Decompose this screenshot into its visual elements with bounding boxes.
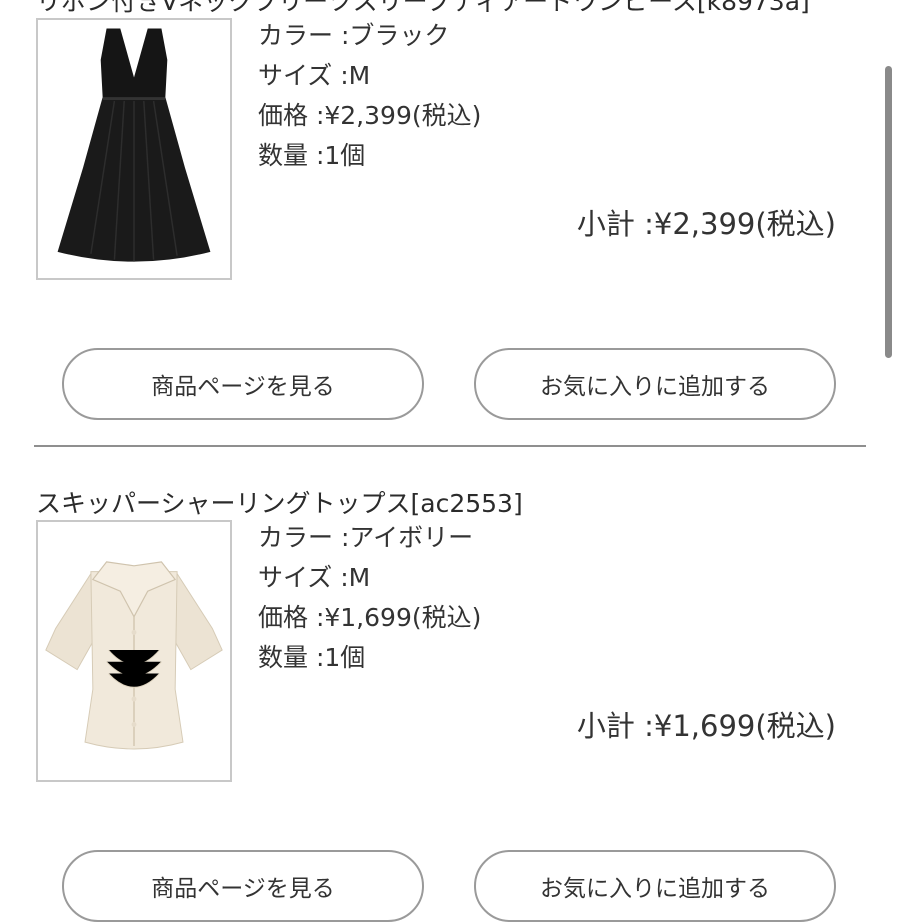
view-product-button[interactable]: 商品ページを見る	[62, 850, 424, 922]
item-specs: カラー :ブラック サイズ :M 価格 :¥2,399(税込) 数量 :1個	[258, 16, 481, 176]
item-size: サイズ :M	[258, 563, 371, 592]
item-divider	[34, 445, 866, 447]
item-specs: カラー :アイボリー サイズ :M 価格 :¥1,699(税込) 数量 :1個	[258, 518, 481, 678]
item-title[interactable]: スキッパーシャーリングトップス[ac2553]	[36, 484, 523, 520]
item-color: カラー :ブラック	[258, 21, 450, 50]
add-favorite-button[interactable]: お気に入りに追加する	[474, 348, 836, 420]
view-product-button[interactable]: 商品ページを見る	[62, 348, 424, 420]
item-subtotal: 小計 :¥2,399(税込)	[576, 207, 836, 241]
product-thumbnail[interactable]	[36, 18, 232, 280]
black-dress-image	[38, 20, 230, 278]
item-size: サイズ :M	[258, 61, 371, 90]
add-favorite-button[interactable]: お気に入りに追加する	[474, 850, 836, 922]
item-subtotal: 小計 :¥1,699(税込)	[576, 709, 836, 743]
item-price: 価格 :¥1,699(税込)	[258, 603, 482, 632]
scrollbar[interactable]	[885, 66, 892, 358]
item-color: カラー :アイボリー	[258, 523, 474, 552]
item-price: 価格 :¥2,399(税込)	[258, 101, 482, 130]
product-thumbnail[interactable]	[36, 520, 232, 782]
item-quantity: 数量 :1個	[258, 643, 366, 672]
ivory-blouse-image	[38, 522, 230, 780]
item-quantity: 数量 :1個	[258, 141, 366, 170]
